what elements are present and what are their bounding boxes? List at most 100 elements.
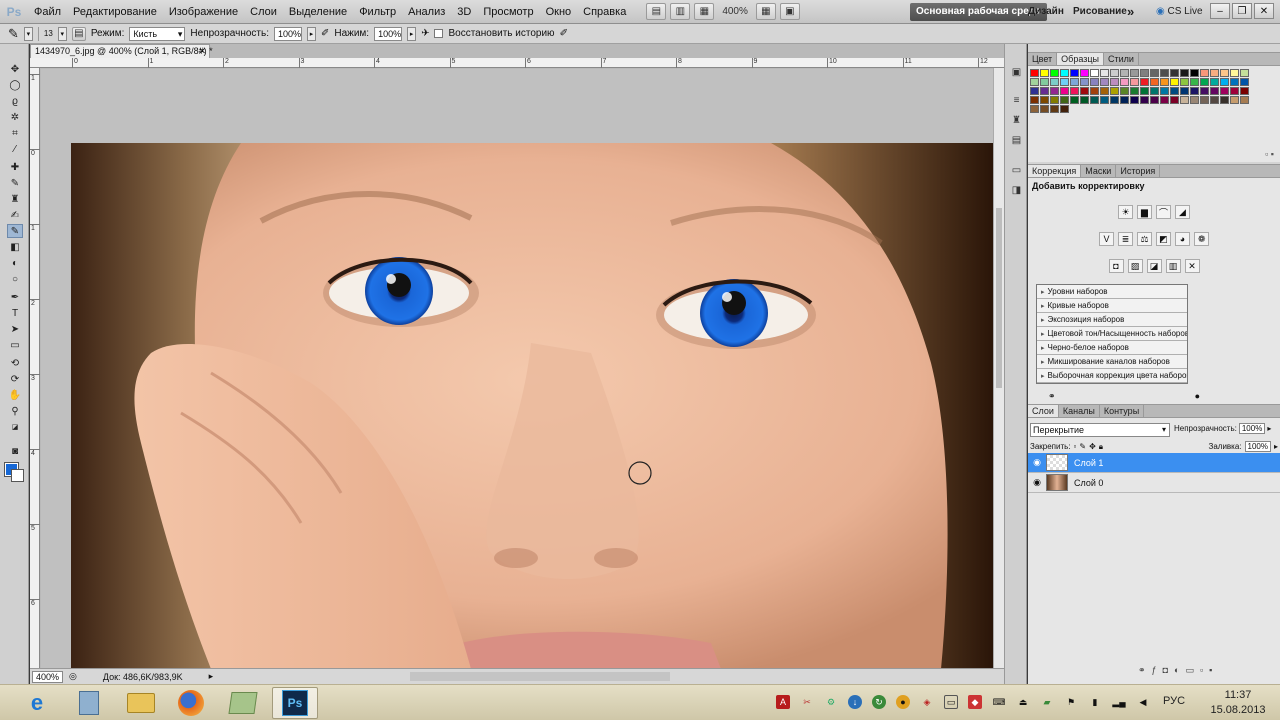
swatch[interactable] xyxy=(1090,87,1099,95)
swatch[interactable] xyxy=(1140,78,1149,86)
visibility-eye-icon[interactable]: ◉ xyxy=(1030,477,1044,488)
dodge-tool-icon[interactable]: ○ xyxy=(7,272,23,286)
swatch[interactable] xyxy=(1230,96,1239,104)
tab-channels[interactable]: Каналы xyxy=(1059,405,1100,417)
photoshop-taskbar-button[interactable]: Ps xyxy=(272,687,318,719)
tab-layers[interactable]: Слои xyxy=(1028,405,1059,417)
quick-mask-icon[interactable]: ◙ xyxy=(7,444,23,458)
swatch[interactable] xyxy=(1220,96,1229,104)
display-tray-icon[interactable]: ▭ xyxy=(944,695,958,709)
eyedropper-tool-icon[interactable]: ⁄ xyxy=(7,142,23,156)
system-clock[interactable]: 11:37 15.08.2013 xyxy=(1200,688,1276,718)
menu-layers[interactable]: Слои xyxy=(244,0,283,24)
brush-panel-icon[interactable]: ▤ xyxy=(71,26,86,41)
swatch[interactable] xyxy=(1200,78,1209,86)
swatch[interactable] xyxy=(1180,87,1189,95)
paint-bucket-tool-icon[interactable]: ◐ xyxy=(7,256,23,270)
tool-preset-dropdown[interactable]: ▾ xyxy=(23,26,33,41)
swatch[interactable] xyxy=(1230,69,1239,77)
swatch[interactable] xyxy=(1030,69,1039,77)
swatch[interactable] xyxy=(1050,78,1059,86)
swatch[interactable] xyxy=(1060,96,1069,104)
swatch[interactable] xyxy=(1190,69,1199,77)
clone-source-icon[interactable]: ♜ xyxy=(1009,114,1024,127)
visibility-eye-icon[interactable]: ◉ xyxy=(1030,457,1044,468)
clone-stamp-tool-icon[interactable]: ♜ xyxy=(7,192,23,206)
maximize-icon[interactable]: ❐ xyxy=(1232,3,1252,19)
mini-bridge-icon[interactable]: ▥ xyxy=(670,3,691,20)
bridge-icon[interactable]: ▤ xyxy=(646,3,667,20)
swatch[interactable] xyxy=(1110,87,1119,95)
swatch[interactable] xyxy=(1200,87,1209,95)
swatch[interactable] xyxy=(1050,87,1059,95)
swatch[interactable] xyxy=(1220,69,1229,77)
swatch[interactable] xyxy=(1040,105,1049,113)
workspace-more-button[interactable]: » xyxy=(1127,3,1134,21)
swatch[interactable] xyxy=(1180,78,1189,86)
workspace-design-button[interactable]: Дизайн xyxy=(1028,3,1064,21)
link-layers-icon[interactable]: ⚭ xyxy=(1138,665,1146,676)
tab-color[interactable]: Цвет xyxy=(1028,53,1058,65)
background-color-swatch[interactable] xyxy=(11,469,24,482)
swatch[interactable] xyxy=(1110,78,1119,86)
swatch[interactable] xyxy=(1100,78,1109,86)
swatch[interactable] xyxy=(1050,105,1059,113)
lock-pixels-icon[interactable]: ✎ xyxy=(1079,442,1086,451)
swatch[interactable] xyxy=(1060,105,1069,113)
firefox-button[interactable] xyxy=(168,687,214,719)
color-panel-icon[interactable]: ▣ xyxy=(1009,66,1024,79)
swatch[interactable] xyxy=(1140,87,1149,95)
zoom-tool-icon[interactable]: ⚲ xyxy=(7,404,23,418)
photo-filter-icon[interactable]: ◕ xyxy=(1175,232,1190,246)
arrange-icon[interactable]: ▦ xyxy=(755,3,776,20)
preset-item[interactable]: ▸ Уровни наборов xyxy=(1037,285,1187,299)
opacity-slider-button[interactable]: ▸ xyxy=(306,26,316,41)
new-layer-icon[interactable]: ▫ xyxy=(1200,665,1203,676)
swatch[interactable] xyxy=(1180,96,1189,104)
swatch[interactable] xyxy=(1210,96,1219,104)
internet-explorer-button[interactable]: e xyxy=(14,687,60,719)
menu-analysis[interactable]: Анализ xyxy=(402,0,451,24)
tab-history[interactable]: История xyxy=(1116,165,1161,177)
brush-tool-icon[interactable]: ✎ xyxy=(7,224,23,238)
swatch[interactable] xyxy=(1150,69,1159,77)
keyboard-tray-icon[interactable]: ⌨ xyxy=(992,695,1006,709)
swatch[interactable] xyxy=(1190,87,1199,95)
menu-select[interactable]: Выделение xyxy=(283,0,353,24)
brush-size-value[interactable]: 13 xyxy=(44,29,53,38)
swatch[interactable] xyxy=(1080,78,1089,86)
swatch[interactable] xyxy=(1210,78,1219,86)
security-tray-icon[interactable]: ◈ xyxy=(920,695,934,709)
workspace-painting-button[interactable]: Рисование xyxy=(1073,3,1127,21)
menu-filter[interactable]: Фильтр xyxy=(353,0,402,24)
photo-canvas[interactable] xyxy=(71,143,993,669)
swatch[interactable] xyxy=(1080,87,1089,95)
swatch[interactable] xyxy=(1100,87,1109,95)
new-adjustment-icon[interactable]: ◐ xyxy=(1174,665,1179,676)
swatch[interactable] xyxy=(1120,78,1129,86)
swatch[interactable] xyxy=(1210,69,1219,77)
swatch[interactable] xyxy=(1170,78,1179,86)
lock-all-icon[interactable]: 🔒︎ xyxy=(1099,442,1103,452)
swatch[interactable] xyxy=(1160,69,1169,77)
move-tool-icon[interactable]: ✥ xyxy=(7,62,23,76)
tab-swatches[interactable]: Образцы xyxy=(1057,53,1104,65)
file-explorer-button[interactable] xyxy=(118,687,164,719)
swatch[interactable] xyxy=(1160,87,1169,95)
clip-icon[interactable]: ⚭ xyxy=(1048,391,1056,401)
network-tool-icon[interactable]: ⚙ xyxy=(824,695,838,709)
close-icon[interactable]: ✕ xyxy=(1254,3,1274,19)
tab-adjustments[interactable]: Коррекция xyxy=(1028,165,1082,177)
layer-style-icon[interactable]: ƒ xyxy=(1152,665,1157,676)
3d-rotate-tool-icon[interactable]: ⟲ xyxy=(7,356,23,370)
posterize-icon[interactable]: ▨ xyxy=(1127,259,1143,273)
swatch[interactable] xyxy=(1190,96,1199,104)
swatch[interactable] xyxy=(1140,69,1149,77)
tab-paths[interactable]: Контуры xyxy=(1100,405,1145,417)
selective-color-icon[interactable]: ✕ xyxy=(1184,259,1200,273)
swatch[interactable] xyxy=(1190,78,1199,86)
swatch[interactable] xyxy=(1040,78,1049,86)
pencil-tool-icon[interactable]: ✎ xyxy=(7,176,23,190)
swatch[interactable] xyxy=(1240,87,1249,95)
curves-icon[interactable]: ⌒ xyxy=(1156,205,1171,219)
